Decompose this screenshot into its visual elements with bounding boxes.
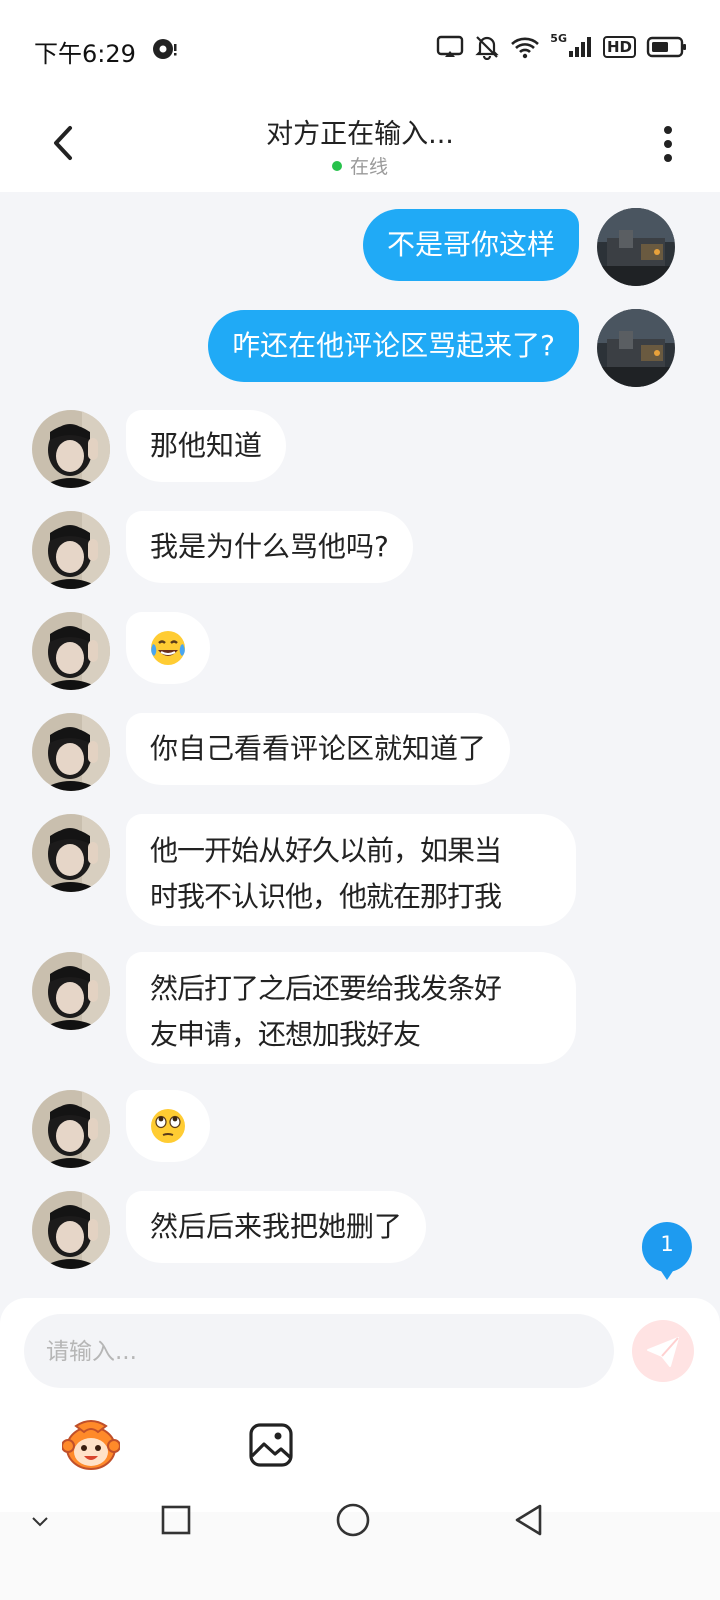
message-text: 你自己看看评论区就知道了 <box>150 732 487 765</box>
message-bubble-incoming[interactable]: 你自己看看评论区就知道了 <box>126 713 511 785</box>
monkey-emoji-icon[interactable] <box>62 1418 120 1472</box>
message-bubble-incoming[interactable]: 我是为什么骂他吗? <box>126 511 413 583</box>
contact-avatar[interactable] <box>32 612 110 690</box>
contact-avatar[interactable] <box>32 713 110 791</box>
status-time: 下午6:29 <box>34 40 136 68</box>
online-dot <box>331 161 342 171</box>
message-bubble-incoming[interactable] <box>126 1090 210 1162</box>
media-playing-icon <box>153 39 177 59</box>
message-text-line: 友申请，还想加我好友 <box>150 1018 421 1051</box>
image-icon[interactable] <box>248 1422 294 1468</box>
battery-icon <box>646 36 686 58</box>
message-bubble-incoming[interactable]: 他一开始从好久以前，如果当 时我不认识他，他就在那打我 <box>126 814 576 926</box>
tears-of-joy-emoji <box>151 631 185 665</box>
message-text: 咋还在他评论区骂起来了? <box>232 329 555 362</box>
message-input[interactable] <box>44 1314 598 1390</box>
contact-avatar[interactable] <box>32 1191 110 1269</box>
contact-avatar[interactable] <box>32 511 110 589</box>
message-bubble-outgoing[interactable]: 咋还在他评论区骂起来了? <box>208 310 579 382</box>
message-text: 不是哥你这样 <box>386 228 555 261</box>
home-icon[interactable] <box>335 1502 371 1538</box>
collapse-nav-icon[interactable] <box>30 1512 50 1532</box>
message-bubble-incoming[interactable]: 那他知道 <box>126 410 287 482</box>
unread-count: 1 <box>660 1232 674 1256</box>
send-icon <box>647 1337 679 1367</box>
message-bubble-incoming[interactable]: 然后打了之后还要给我发条好 友申请，还想加我好友 <box>126 952 576 1064</box>
chat-title: 对方正在输入... <box>266 119 454 150</box>
message-text-line: 时我不认识他，他就在那打我 <box>150 880 502 913</box>
send-button[interactable] <box>632 1320 694 1382</box>
message-text: 我是为什么骂他吗? <box>150 530 389 563</box>
screen-cast-icon <box>437 35 464 57</box>
back-icon[interactable] <box>512 1503 546 1537</box>
contact-avatar[interactable] <box>32 410 110 488</box>
recents-icon[interactable] <box>160 1504 192 1536</box>
message-bubble-incoming[interactable]: 然后后来我把她删了 <box>126 1191 427 1263</box>
bell-off-icon <box>475 36 499 60</box>
contact-avatar[interactable] <box>32 814 110 892</box>
online-status-label: 在线 <box>349 156 388 178</box>
message-bubble-incoming[interactable] <box>126 612 210 684</box>
system-navigation-bar <box>0 1503 720 1600</box>
unread-badge[interactable]: 1 <box>640 1220 694 1282</box>
contact-avatar[interactable] <box>32 952 110 1030</box>
status-bar: 下午6:29 5G HD <box>0 0 720 96</box>
message-text: 然后后来我把她删了 <box>150 1210 403 1243</box>
message-text-line: 然后打了之后还要给我发条好 <box>150 972 502 1005</box>
composer <box>0 1298 720 1512</box>
message-text-line: 他一开始从好久以前，如果当 <box>150 834 502 867</box>
my-avatar[interactable] <box>597 309 675 387</box>
network-type: 5G <box>550 31 567 45</box>
online-status: 在线 <box>0 152 720 179</box>
message-input-box[interactable] <box>24 1314 614 1390</box>
eye-roll-emoji <box>151 1109 185 1143</box>
hd-badge: HD <box>602 36 636 58</box>
chat-header: 对方正在输入... 在线 <box>0 96 720 192</box>
more-vertical-icon[interactable] <box>660 124 676 164</box>
contact-avatar[interactable] <box>32 1090 110 1168</box>
wifi-icon <box>511 37 540 59</box>
message-text: 那他知道 <box>150 429 263 462</box>
signal-icon <box>568 37 591 57</box>
message-bubble-outgoing[interactable]: 不是哥你这样 <box>362 209 579 281</box>
my-avatar[interactable] <box>597 208 675 286</box>
